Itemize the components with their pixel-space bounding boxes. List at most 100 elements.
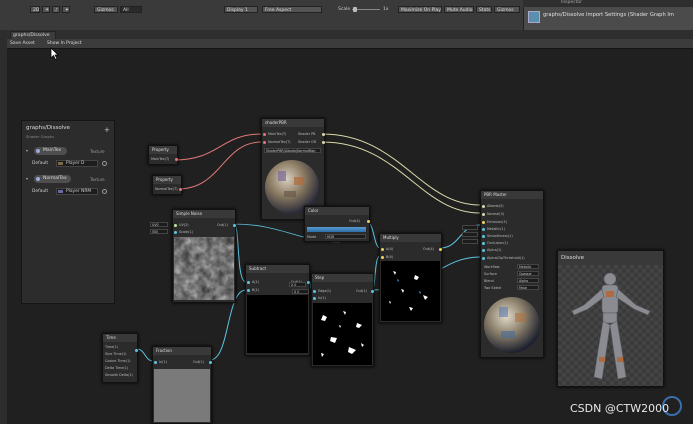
port-dot-icon[interactable] bbox=[381, 256, 384, 259]
port-dot-icon[interactable] bbox=[482, 228, 485, 231]
object-picker-icon[interactable] bbox=[102, 189, 107, 194]
subtract-preview bbox=[247, 295, 308, 353]
port-dot-icon[interactable] bbox=[179, 188, 182, 191]
port-in-b: B(1) bbox=[252, 288, 260, 292]
port-in-maintex: MainTex(T) bbox=[268, 132, 287, 136]
port-in-normaltex: NormalTex(T) bbox=[268, 140, 291, 144]
setting-label: Surface bbox=[484, 272, 497, 276]
noise-preview bbox=[174, 237, 234, 300]
subgraph-field[interactable]: ShaderPBR(Albedo)NormalMap bbox=[264, 148, 321, 153]
node-title: PBR Master bbox=[481, 191, 543, 199]
node-multiply[interactable]: Multiply A(4) B(4) Out(4) bbox=[379, 233, 442, 323]
pbr-sphere-preview bbox=[484, 297, 540, 353]
port-dot-icon[interactable] bbox=[482, 242, 485, 245]
node-title: Simple Noise bbox=[173, 210, 235, 218]
port-dot-icon[interactable] bbox=[233, 224, 236, 227]
add-property-button[interactable]: + bbox=[104, 126, 110, 134]
smoothness-input-field[interactable] bbox=[462, 232, 478, 237]
port-dot-icon[interactable] bbox=[381, 248, 384, 251]
subtract-b-input-field[interactable]: X 0 bbox=[289, 282, 306, 287]
default-label: Default bbox=[32, 189, 49, 194]
surface-dropdown[interactable]: Opaque bbox=[517, 271, 539, 276]
port-dot-icon[interactable] bbox=[135, 349, 138, 352]
port-alpha-clip: AlphaClipThreshold(1) bbox=[487, 256, 525, 260]
workflow-dropdown[interactable]: Metallic bbox=[517, 264, 539, 269]
node-fraction[interactable]: Fraction In(1) Out(1) bbox=[152, 346, 212, 424]
node-property-maintex[interactable]: Property MainTex(T) bbox=[148, 145, 178, 165]
metallic-input-field[interactable] bbox=[462, 225, 478, 230]
setting-label: Blend bbox=[484, 279, 494, 283]
port-out-cosine: Cosine Time(1) bbox=[105, 359, 131, 363]
port-in-edge: Edge(1) bbox=[318, 289, 332, 293]
port-dot-icon[interactable] bbox=[371, 290, 374, 293]
node-title: Color bbox=[305, 207, 369, 215]
port-in-scale: Scale(1) bbox=[179, 230, 193, 234]
port-dot-icon[interactable] bbox=[322, 133, 325, 136]
port-in-a: A(4) bbox=[386, 247, 394, 251]
port-dot-icon[interactable] bbox=[482, 213, 485, 216]
node-shader-pbr[interactable]: shaderPBR MainTex(T) NormalTex(T) Shader… bbox=[261, 118, 325, 220]
node-title: Fraction bbox=[153, 347, 211, 355]
property-dot-icon bbox=[36, 177, 40, 181]
port-dot-icon[interactable] bbox=[313, 290, 316, 293]
port-dot-icon[interactable] bbox=[263, 133, 266, 136]
port-dot-icon[interactable] bbox=[367, 220, 370, 223]
port-dot-icon[interactable] bbox=[247, 281, 250, 284]
port-out-time: Time(1) bbox=[105, 345, 119, 349]
node-color[interactable]: Color Out(4) Mode HDR bbox=[304, 206, 370, 242]
node-property-normaltex[interactable]: Property NormalTex(T) bbox=[152, 175, 182, 195]
texture-thumb-icon bbox=[58, 162, 63, 165]
uv-input-field[interactable]: UV0 bbox=[150, 222, 168, 227]
node-time[interactable]: Time Time(1) Sine Time(1) Cosine Time(1)… bbox=[102, 333, 138, 383]
expand-arrow-icon[interactable]: ▾ bbox=[26, 148, 28, 153]
port-dot-icon[interactable] bbox=[322, 141, 325, 144]
color-swatch[interactable] bbox=[307, 227, 366, 232]
port-dot-icon[interactable] bbox=[209, 361, 212, 364]
port-out: Out(4) bbox=[349, 219, 360, 223]
port-dot-icon[interactable] bbox=[154, 361, 157, 364]
node-title: shaderPBR bbox=[262, 119, 324, 127]
port-dot-icon[interactable] bbox=[482, 249, 485, 252]
port-dot-icon[interactable] bbox=[174, 231, 177, 234]
node-title: Multiply bbox=[380, 234, 441, 242]
port-dot-icon[interactable] bbox=[247, 289, 250, 292]
property-row-normaltex[interactable]: ▾ NormalTex Texture bbox=[22, 173, 114, 187]
port-dot-icon[interactable] bbox=[175, 158, 178, 161]
port-in-uv: UV(2) bbox=[179, 223, 189, 227]
node-title: Subtract bbox=[246, 265, 309, 273]
main-preview-panel[interactable]: Dissolve bbox=[557, 250, 664, 387]
node-title: Property bbox=[153, 176, 181, 184]
occlusion-input-field[interactable] bbox=[462, 239, 478, 244]
blend-dropdown[interactable]: Alpha bbox=[517, 278, 539, 283]
object-picker-icon[interactable] bbox=[102, 161, 107, 166]
port-out-1: Shader PB bbox=[298, 132, 316, 136]
port-dot-icon[interactable] bbox=[482, 235, 485, 238]
node-pbr-master[interactable]: PBR Master Albedo(3) Normal(3) Emission(… bbox=[480, 190, 544, 358]
port-dot-icon[interactable] bbox=[482, 205, 485, 208]
node-subtract[interactable]: Subtract A(1) B(1) Out(1) bbox=[245, 264, 310, 356]
port-dot-icon[interactable] bbox=[307, 281, 310, 284]
port-occlusion: Occlusion(1) bbox=[487, 241, 509, 245]
blackboard-subtitle: Shader Graphs bbox=[26, 134, 55, 139]
port-dot-icon[interactable] bbox=[174, 224, 177, 227]
edge-input-field[interactable]: X 0 bbox=[292, 289, 309, 294]
port-dot-icon[interactable] bbox=[439, 248, 442, 251]
port-out-smooth-delta: Smooth Delta(1) bbox=[105, 373, 134, 377]
watermark: CSDN @CTW2000 bbox=[570, 402, 670, 415]
property-row-maintex[interactable]: ▾ MainTex Texture bbox=[22, 145, 114, 159]
mode-dropdown[interactable]: HDR bbox=[325, 234, 366, 239]
port-dot-icon[interactable] bbox=[482, 221, 485, 224]
port-dot-icon[interactable] bbox=[482, 257, 485, 260]
port-out-sine: Sine Time(1) bbox=[105, 352, 127, 356]
expand-arrow-icon[interactable]: ▾ bbox=[26, 176, 28, 181]
node-step[interactable]: Step X 0 Edge(1) In(1) Out(1) bbox=[292, 273, 374, 367]
port-dot-icon[interactable] bbox=[313, 297, 316, 300]
scale-input-field[interactable]: 500 bbox=[150, 229, 168, 234]
port-out: Out(1) bbox=[217, 223, 228, 227]
port-dot-icon[interactable] bbox=[263, 141, 266, 144]
port-out: Out(1) bbox=[356, 289, 367, 293]
property-default-maintex: Default Player D bbox=[22, 159, 114, 169]
node-simple-noise[interactable]: Simple Noise UV(2) Scale(1) Out(1) bbox=[172, 209, 236, 303]
node-title: Property bbox=[149, 146, 177, 154]
two-sided-dropdown[interactable]: False bbox=[517, 285, 539, 290]
